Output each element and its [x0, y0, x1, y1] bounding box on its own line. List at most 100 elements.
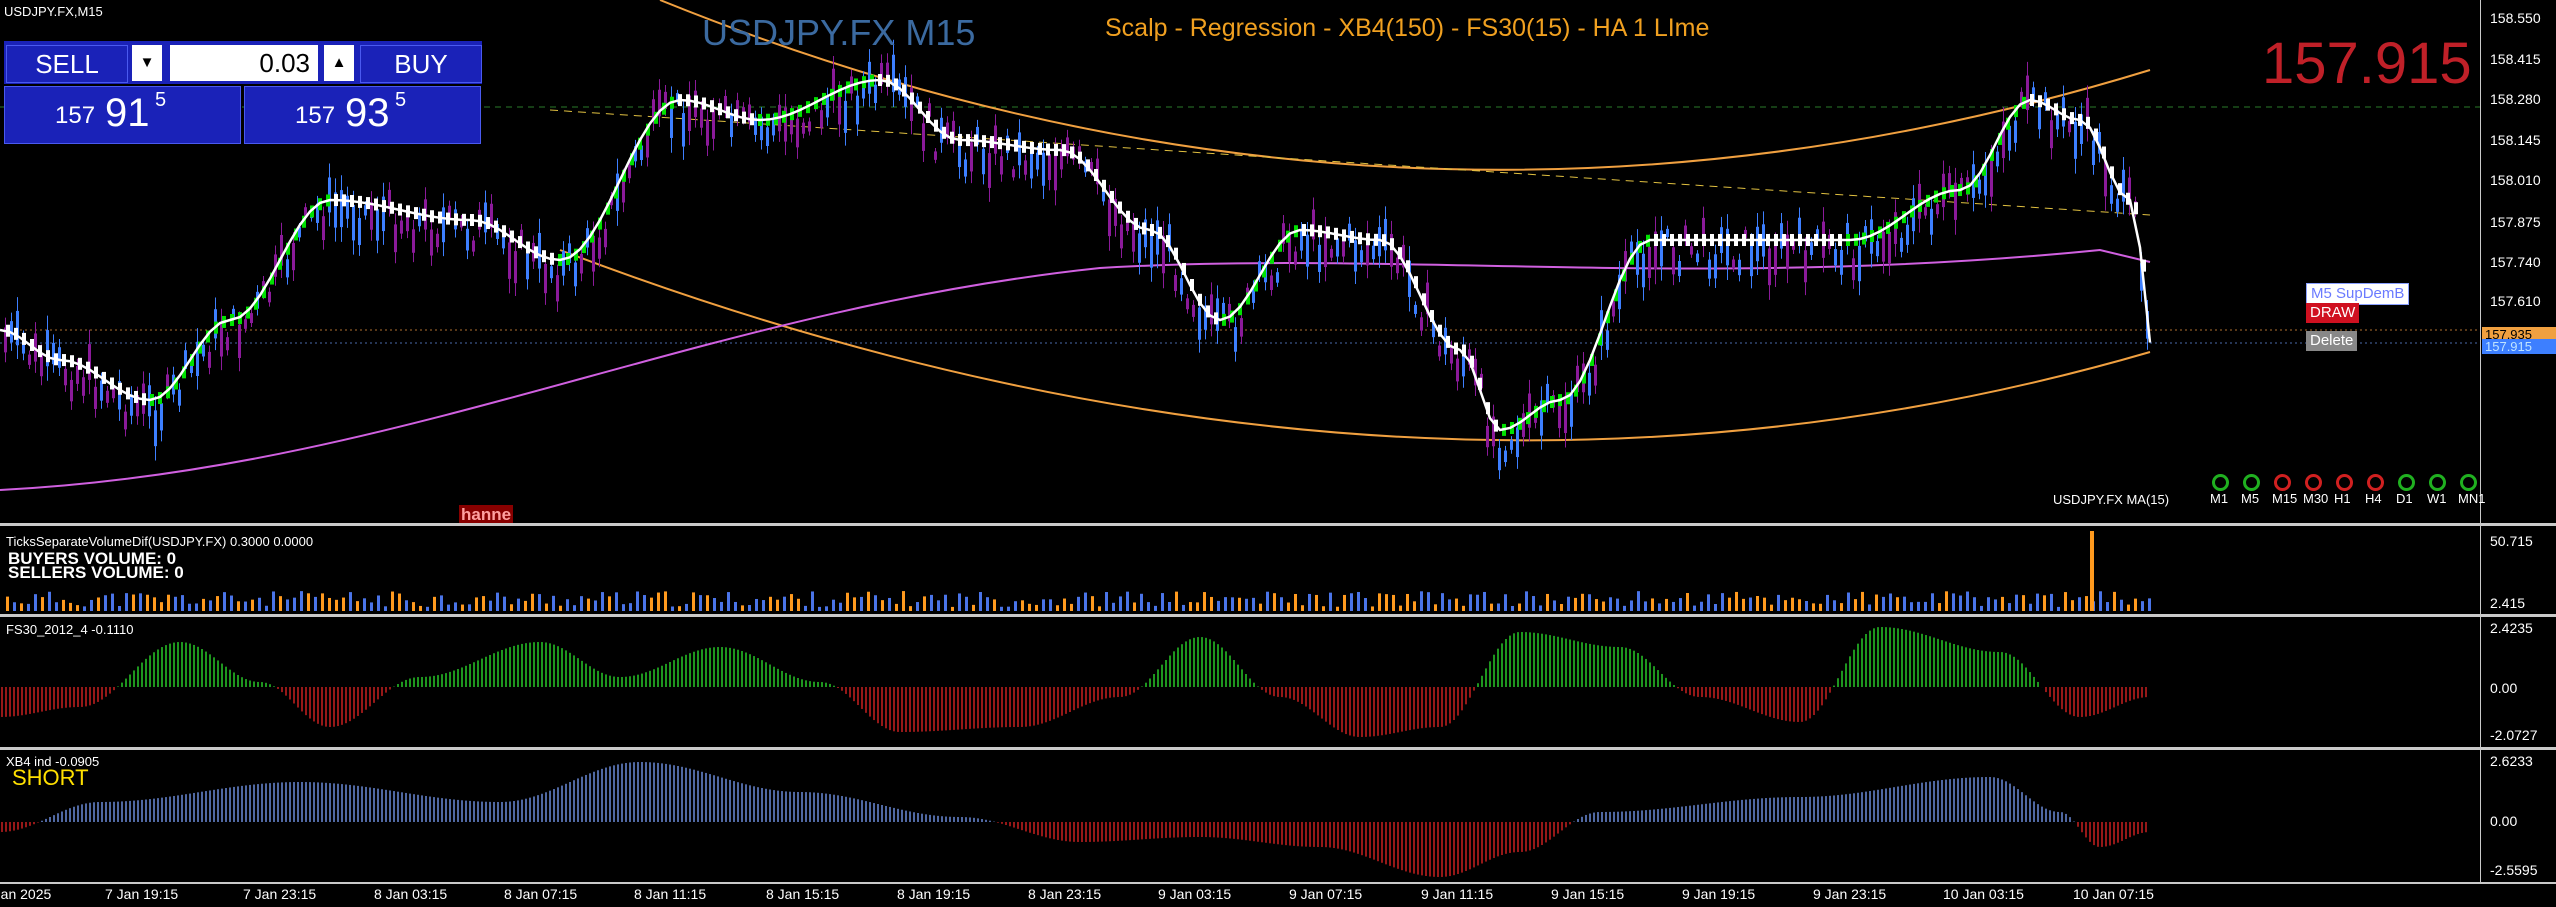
- candle-body: [1372, 245, 1375, 260]
- lot-size-input[interactable]: 0.03: [170, 45, 318, 81]
- volume-bar: [34, 594, 37, 611]
- time-axis-label: 8 Jan 19:15: [897, 886, 971, 902]
- supdem-button[interactable]: M5 SupDemB: [2306, 283, 2410, 305]
- volume-bar: [1476, 594, 1479, 611]
- volume-bar: [27, 603, 30, 611]
- candle-body: [1000, 156, 1003, 175]
- candle-body: [550, 266, 553, 279]
- sell-button[interactable]: SELL: [6, 45, 128, 83]
- time-axis-label: 8 Jan 15:15: [766, 886, 840, 902]
- delete-button[interactable]: Delete: [2306, 331, 2358, 351]
- buy-price-button[interactable]: 157 93 5: [244, 86, 481, 144]
- volume-bar: [1546, 593, 1549, 611]
- volume-bar: [671, 606, 674, 611]
- volume-bar: [1119, 596, 1122, 611]
- volume-bar: [2148, 598, 2151, 611]
- candle-body: [2110, 185, 2113, 204]
- lot-decrease-button[interactable]: ▼: [132, 45, 162, 81]
- volume-bar: [1357, 591, 1360, 611]
- volume-bar: [510, 604, 513, 611]
- volume-bar: [944, 594, 947, 611]
- candle-body: [1396, 257, 1399, 274]
- volume-bar: [811, 591, 814, 611]
- candle-body: [1642, 253, 1645, 288]
- draw-button[interactable]: DRAW: [2306, 303, 2360, 323]
- timeframe-h1-button[interactable]: [2336, 474, 2353, 491]
- volume-bar: [1805, 601, 1808, 611]
- volume-bar: [1280, 597, 1283, 611]
- timeframe-label: D1: [2396, 491, 2413, 506]
- candle-body: [130, 394, 133, 416]
- volume-bar: [1021, 600, 1024, 611]
- fs30-histogram: [1, 627, 2147, 737]
- timeframe-m1-button[interactable]: [2212, 474, 2229, 491]
- candle-body: [1186, 298, 1189, 310]
- volume-bar: [1028, 603, 1031, 611]
- volume-bar: [286, 599, 289, 611]
- xb4-pane[interactable]: [0, 750, 2480, 882]
- candle-body: [1834, 249, 1837, 266]
- volume-bar: [1483, 591, 1486, 611]
- volume-bar: [734, 601, 737, 611]
- volume-bar: [1644, 601, 1647, 611]
- volume-bar: [1273, 593, 1276, 611]
- volume-bar: [419, 605, 422, 611]
- volume-bar: [713, 597, 716, 611]
- volume-bar: [1287, 602, 1290, 611]
- buy-price-prefix: 157: [295, 102, 336, 129]
- volume-bar: [1952, 593, 1955, 611]
- volume-bar: [1497, 603, 1500, 611]
- candle-body: [826, 96, 829, 118]
- volume-bar: [692, 592, 695, 611]
- volume-bar: [629, 603, 632, 611]
- volume-bar: [1203, 592, 1206, 611]
- volume-bar: [1980, 605, 1983, 611]
- volume-bar: [1378, 593, 1381, 611]
- volume-bar: [2029, 603, 2032, 611]
- volume-bar: [167, 594, 170, 611]
- volume-spike-bar: [2090, 531, 2094, 611]
- volume-bar: [1182, 604, 1185, 611]
- fs30-axis-zero: 0.00: [2490, 680, 2518, 696]
- volume-bar: [2064, 592, 2067, 611]
- volume-bar: [832, 599, 835, 611]
- volume-bar: [2120, 599, 2123, 611]
- candle-body: [1054, 152, 1057, 191]
- volume-bar: [538, 594, 541, 611]
- candle-body: [802, 122, 805, 134]
- candle-body: [430, 229, 433, 256]
- timeframe-h4-button[interactable]: [2367, 474, 2384, 491]
- fs30-pane[interactable]: [0, 617, 2480, 747]
- timeframe-d1-button[interactable]: [2398, 474, 2415, 491]
- volume-bar: [272, 591, 275, 611]
- volume-bar: [328, 597, 331, 611]
- timeframe-m5-button[interactable]: [2243, 474, 2260, 491]
- volume-bar: [2127, 604, 2130, 611]
- timeframe-w1-button[interactable]: [2429, 474, 2446, 491]
- candle-body: [574, 262, 577, 287]
- volume-bar: [1672, 601, 1675, 611]
- volume-bar: [1252, 597, 1255, 611]
- volume-bar: [853, 597, 856, 611]
- volume-bar: [216, 596, 219, 611]
- candle-body: [1210, 294, 1213, 325]
- timeframe-mn1-button[interactable]: [2460, 474, 2477, 491]
- volume-bar: [825, 606, 828, 611]
- volume-bar: [2057, 606, 2060, 611]
- volume-pane[interactable]: [0, 526, 2480, 614]
- volume-bar: [1574, 597, 1577, 611]
- timeframe-label: H4: [2365, 491, 2382, 506]
- volume-bar: [972, 604, 975, 611]
- timeframe-m30-button[interactable]: [2305, 474, 2322, 491]
- timeframe-m15-button[interactable]: [2274, 474, 2291, 491]
- lot-increase-button[interactable]: ▲: [324, 45, 354, 81]
- volume-bar: [1385, 594, 1388, 611]
- volume-bar: [1469, 594, 1472, 611]
- buy-button[interactable]: BUY: [360, 45, 482, 83]
- volume-bar: [1721, 593, 1724, 611]
- channel-tag: hanne: [459, 505, 514, 525]
- candle-body: [94, 386, 97, 409]
- volume-bar: [1609, 597, 1612, 611]
- volume-bar: [580, 596, 583, 611]
- sell-price-button[interactable]: 157 91 5: [4, 86, 241, 144]
